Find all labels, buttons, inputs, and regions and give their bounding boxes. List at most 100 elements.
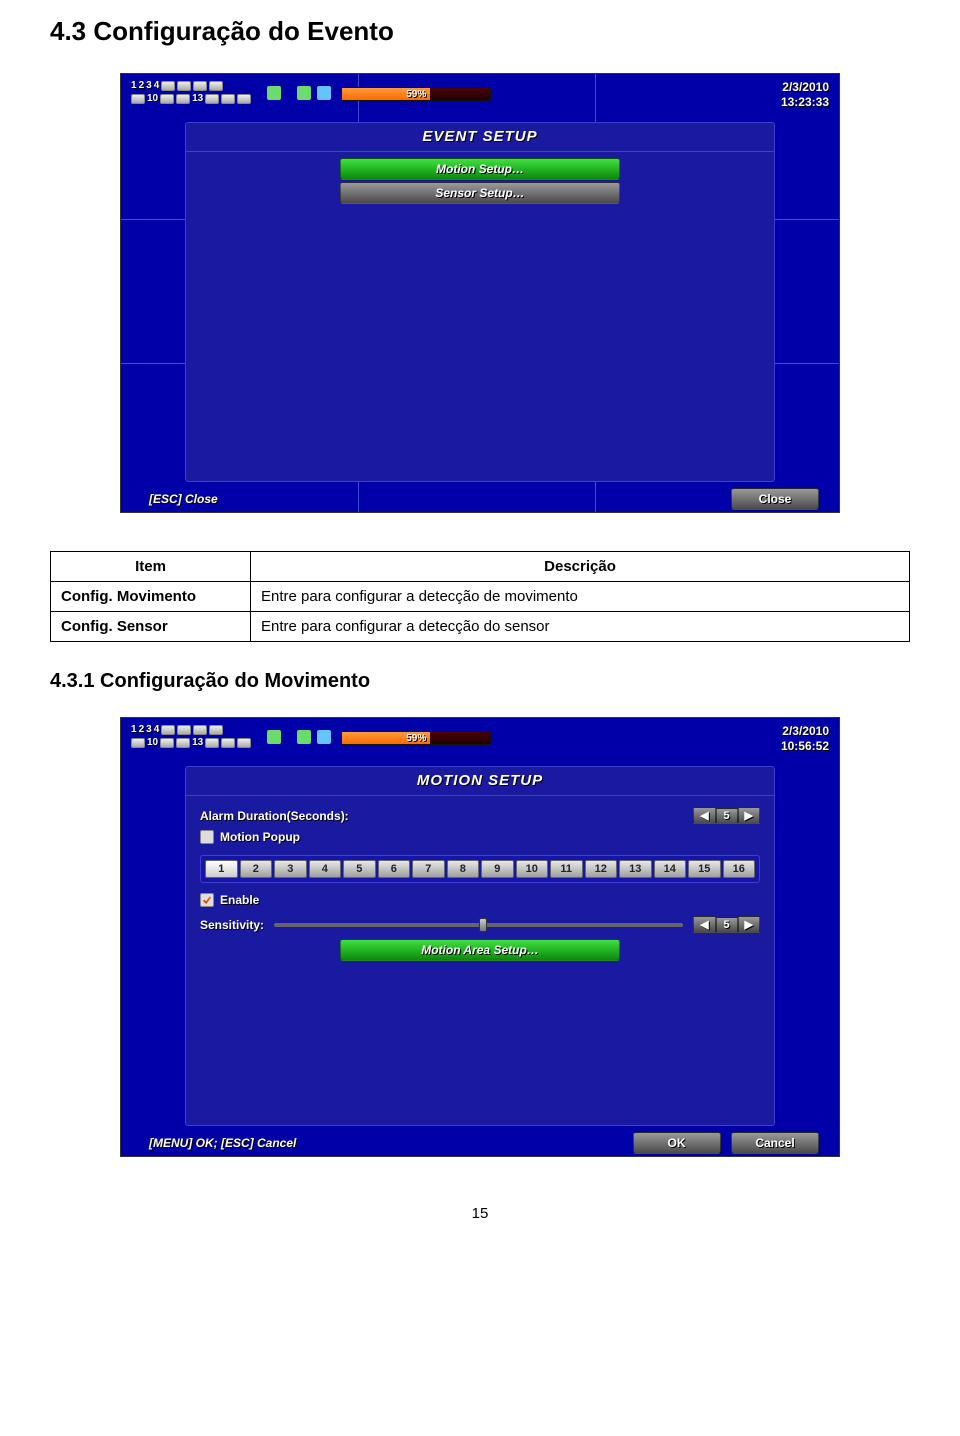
channel-tab[interactable]: 8 [447, 860, 480, 878]
channel-box [131, 738, 145, 748]
table-cell-item: Config. Movimento [51, 582, 251, 612]
status-icons [267, 86, 281, 100]
table-cell-item: Config. Sensor [51, 612, 251, 642]
page-number: 15 [50, 1205, 910, 1222]
status-icon [297, 86, 311, 100]
channel-box [161, 81, 175, 91]
menu-esc-hint: [MENU] OK; [ESC] Cancel [149, 1136, 296, 1150]
arrow-left-icon[interactable]: ◀ [693, 807, 715, 824]
sensor-setup-button[interactable]: Sensor Setup… [340, 182, 620, 204]
channel-tab[interactable]: 14 [654, 860, 687, 878]
disk-progress: 59% [341, 731, 491, 745]
channel-tab[interactable]: 3 [274, 860, 307, 878]
date-label: 2/3/2010 [781, 80, 829, 95]
esc-hint: [ESC] Close [149, 492, 218, 506]
status-icon [297, 730, 311, 744]
ok-button[interactable]: OK [633, 1132, 721, 1154]
event-setup-panel: EVENT SETUP Motion Setup… Sensor Setup… [185, 122, 775, 482]
table-cell-desc: Entre para configurar a detecção de movi… [251, 582, 910, 612]
enable-label: Enable [220, 893, 259, 907]
channel-tab[interactable]: 4 [309, 860, 342, 878]
channel-tab[interactable]: 11 [550, 860, 583, 878]
status-icon [267, 86, 281, 100]
motion-area-setup-button[interactable]: Motion Area Setup… [340, 939, 620, 961]
channel-tab[interactable]: 6 [378, 860, 411, 878]
channel-box [176, 738, 190, 748]
channel-tab[interactable]: 15 [688, 860, 721, 878]
progress-percent: 59% [342, 88, 490, 102]
sensitivity-label: Sensitivity: [200, 918, 264, 932]
motion-setup-panel: MOTION SETUP Alarm Duration(Seconds): ◀ … [185, 766, 775, 1126]
channel-box [161, 725, 175, 735]
footer-bar: [MENU] OK; [ESC] Cancel OK Cancel [121, 1126, 839, 1162]
alarm-duration-value: 5 [716, 808, 738, 824]
channel-tab[interactable]: 1 [205, 860, 238, 878]
channel-box [177, 81, 191, 91]
arrow-right-icon[interactable]: ▶ [738, 916, 760, 933]
channel-box [176, 94, 190, 104]
screenshot-motion-setup: 1 2 3 4 10 13 [50, 709, 910, 1165]
channel-box [221, 738, 235, 748]
channel-num: 13 [192, 737, 203, 748]
status-bar: 1 2 3 4 10 13 [121, 718, 839, 758]
motion-setup-button[interactable]: Motion Setup… [340, 158, 620, 180]
channel-tab[interactable]: 13 [619, 860, 652, 878]
panel-title: MOTION SETUP [186, 767, 774, 796]
channel-num: 4 [154, 80, 160, 91]
channel-box [237, 94, 251, 104]
close-button[interactable]: Close [731, 488, 819, 510]
sensitivity-slider[interactable] [274, 923, 683, 927]
alarm-duration-label: Alarm Duration(Seconds): [200, 809, 349, 823]
channel-box [205, 738, 219, 748]
checkbox-icon[interactable] [200, 830, 214, 844]
sub-heading: 4.3.1 Configuração do Movimento [50, 670, 910, 693]
channel-indicators: 1 2 3 4 10 13 [131, 724, 251, 750]
channel-tab[interactable]: 16 [723, 860, 756, 878]
channel-num: 2 [139, 80, 145, 91]
section-heading: 4.3 Configuração do Evento [50, 16, 910, 47]
channel-num: 3 [146, 724, 152, 735]
date-label: 2/3/2010 [781, 724, 829, 739]
slider-knob[interactable] [479, 918, 487, 932]
checkbox-icon[interactable] [200, 893, 214, 907]
status-icon [317, 730, 331, 744]
channel-box [205, 94, 219, 104]
channel-num: 1 [131, 80, 137, 91]
table-header-item: Item [51, 552, 251, 582]
channel-box [160, 94, 174, 104]
sensitivity-value: 5 [716, 917, 738, 933]
alarm-duration-spinner[interactable]: ◀ 5 ▶ [693, 807, 760, 824]
status-icons [267, 730, 281, 744]
sensitivity-spinner[interactable]: ◀ 5 ▶ [693, 916, 760, 933]
channel-box [221, 94, 235, 104]
channel-tab[interactable]: 7 [412, 860, 445, 878]
progress-percent: 59% [342, 732, 490, 746]
screenshot-event-setup: 1 2 3 4 10 13 [50, 65, 910, 521]
motion-popup-checkbox[interactable]: Motion Popup [200, 830, 300, 844]
channel-num: 10 [147, 93, 158, 104]
status-icon [317, 86, 331, 100]
arrow-right-icon[interactable]: ▶ [738, 807, 760, 824]
channel-box [131, 94, 145, 104]
enable-checkbox[interactable]: Enable [200, 893, 259, 907]
channel-tab[interactable]: 9 [481, 860, 514, 878]
channel-tab[interactable]: 5 [343, 860, 376, 878]
channel-tab[interactable]: 10 [516, 860, 549, 878]
cancel-button[interactable]: Cancel [731, 1132, 819, 1154]
channel-num: 2 [139, 724, 145, 735]
panel-title: EVENT SETUP [186, 123, 774, 152]
table-row: Config. Sensor Entre para configurar a d… [51, 612, 910, 642]
disk-progress: 59% [341, 87, 491, 101]
status-icons [297, 730, 331, 744]
arrow-left-icon[interactable]: ◀ [693, 916, 715, 933]
channel-tabs: 1 2 3 4 5 6 7 8 9 10 11 12 13 14 15 16 [200, 855, 760, 883]
table-row: Config. Movimento Entre para configurar … [51, 582, 910, 612]
channel-num: 13 [192, 93, 203, 104]
channel-tab[interactable]: 12 [585, 860, 618, 878]
channel-num: 4 [154, 724, 160, 735]
channel-tab[interactable]: 2 [240, 860, 273, 878]
time-label: 10:56:52 [781, 739, 829, 754]
table-header-desc: Descrição [251, 552, 910, 582]
time-label: 13:23:33 [781, 95, 829, 110]
channel-num: 3 [146, 80, 152, 91]
